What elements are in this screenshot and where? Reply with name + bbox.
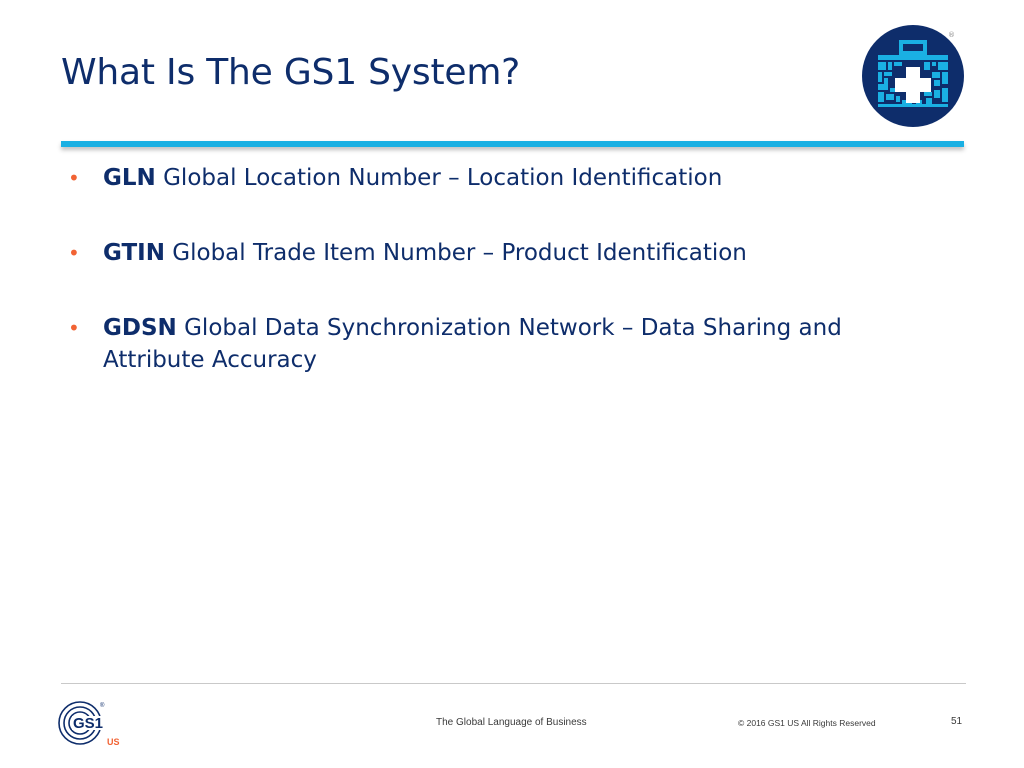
bullet-list: • GLN Global Location Number – Location … <box>68 162 948 419</box>
registered-mark: ® <box>948 31 955 39</box>
bullet-text: Global Trade Item Number – Product Ident… <box>164 240 747 266</box>
bullet-icon: • <box>68 241 80 265</box>
footer-tagline: The Global Language of Business <box>436 717 587 728</box>
logo-text: GS1 <box>73 715 103 732</box>
logo-registered: ® <box>100 702 105 709</box>
slide: What Is The GS1 System? ® • GLN Global L… <box>0 0 1024 768</box>
title-divider <box>61 141 964 147</box>
list-item: • GDSN Global Data Synchronization Netwo… <box>68 312 948 376</box>
bullet-term: GDSN <box>103 315 177 341</box>
healthcare-barcode-briefcase-icon <box>862 25 964 127</box>
list-item: • GTIN Global Trade Item Number – Produc… <box>68 237 948 269</box>
slide-title: What Is The GS1 System? <box>61 52 521 93</box>
bullet-term: GTIN <box>103 240 165 266</box>
list-item: • GLN Global Location Number – Location … <box>68 162 948 194</box>
page-number: 51 <box>951 716 963 727</box>
bullet-icon: • <box>68 316 80 340</box>
bullet-icon: • <box>68 166 80 190</box>
footer-divider <box>61 683 966 684</box>
bullet-text: Global Location Number – Location Identi… <box>155 165 723 191</box>
bullet-text: Global Data Synchronization Network – Da… <box>103 315 842 373</box>
bullet-term: GLN <box>103 165 156 191</box>
logo-region: US <box>107 737 120 747</box>
footer-copyright: © 2016 GS1 US All Rights Reserved <box>738 718 876 728</box>
